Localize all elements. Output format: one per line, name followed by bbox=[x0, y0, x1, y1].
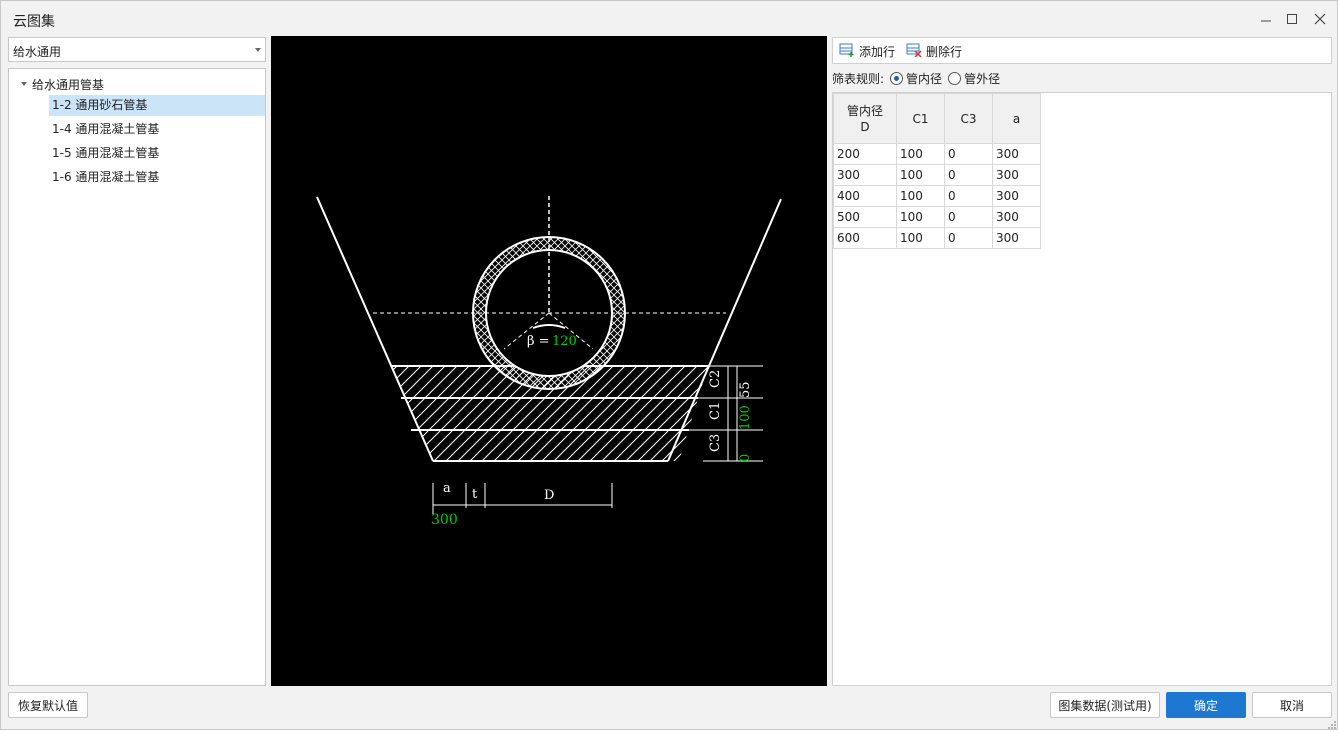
data-table: 管内径D C1 C3 a 200 100 0 300 300 100 0 300 bbox=[833, 93, 1041, 249]
angle-value: 120 bbox=[552, 334, 577, 349]
d-label: D bbox=[544, 488, 554, 503]
tree-item-1-5[interactable]: 1-5 通用混凝土管基 bbox=[49, 143, 265, 164]
table-header-row: 管内径D C1 C3 a bbox=[833, 93, 1041, 144]
category-select[interactable]: 给水通用 bbox=[8, 37, 266, 62]
filter-label: 筛表规则: bbox=[832, 71, 885, 86]
filter-rule: 筛表规则: 管内径 管外径 bbox=[832, 69, 1000, 87]
tree-item-label: 1-5 通用混凝土管基 bbox=[52, 146, 160, 160]
table-toolbar: 添加行 删除行 bbox=[832, 37, 1332, 64]
radio-circle[interactable] bbox=[948, 71, 962, 85]
resize-grip-icon[interactable] bbox=[1327, 719, 1337, 729]
table-cell[interactable]: 300 bbox=[833, 164, 897, 186]
table-cell[interactable]: 0 bbox=[944, 143, 993, 165]
angle-label: β = bbox=[527, 334, 550, 349]
table-cell[interactable]: 100 bbox=[896, 164, 945, 186]
table-cell[interactable]: 300 bbox=[992, 206, 1041, 228]
window-title: 云图集 bbox=[13, 14, 55, 30]
reset-defaults-button[interactable]: 恢复默认值 bbox=[8, 692, 88, 718]
radio-inner-diameter-label: 管内径 bbox=[906, 71, 943, 86]
category-select-value: 给水通用 bbox=[13, 45, 62, 59]
atlas-tree: 给水通用管基 1-2 通用砂石管基 1-4 通用混凝土管基 1-5 通用混凝土管… bbox=[8, 68, 266, 686]
delete-row-icon bbox=[906, 43, 922, 60]
add-row-button[interactable]: 添加行 bbox=[839, 42, 895, 60]
radio-inner-diameter[interactable]: 管内径 bbox=[890, 70, 942, 87]
pipe-foundation-drawing: β = 120 C2 C1 C3 55 100 0 a t D 300 bbox=[316, 196, 782, 528]
ok-button[interactable]: 确定 bbox=[1166, 692, 1246, 718]
drawing-canvas[interactable]: β = 120 C2 C1 C3 55 100 0 a t D 300 bbox=[271, 36, 827, 686]
c3-value: 0 bbox=[738, 454, 753, 462]
column-header-a[interactable]: a bbox=[992, 93, 1041, 144]
radio-outer-diameter-label: 管外径 bbox=[964, 71, 1001, 86]
table-cell[interactable]: 500 bbox=[833, 206, 897, 228]
close-icon[interactable] bbox=[1310, 9, 1330, 29]
c3-label: C3 bbox=[708, 434, 723, 452]
atlas-data-button[interactable]: 图集数据(测试用) bbox=[1050, 692, 1160, 718]
table-cell[interactable]: 0 bbox=[944, 185, 993, 207]
table-cell[interactable]: 100 bbox=[896, 185, 945, 207]
cancel-button[interactable]: 取消 bbox=[1252, 692, 1332, 718]
table-cell[interactable]: 400 bbox=[833, 185, 897, 207]
column-header-c1[interactable]: C1 bbox=[896, 93, 945, 144]
table-cell[interactable]: 200 bbox=[833, 143, 897, 165]
table-row: 400 100 0 300 bbox=[833, 185, 1041, 207]
a-value: 300 bbox=[431, 512, 458, 528]
tree-item-1-2[interactable]: 1-2 通用砂石管基 bbox=[49, 95, 265, 116]
c2-label: C2 bbox=[708, 370, 723, 388]
delete-row-button[interactable]: 删除行 bbox=[906, 42, 962, 60]
tree-item-label: 1-2 通用砂石管基 bbox=[52, 98, 148, 112]
c1-label: C1 bbox=[708, 402, 723, 420]
table-cell[interactable]: 0 bbox=[944, 227, 993, 249]
column-header-c3[interactable]: C3 bbox=[944, 93, 993, 144]
table-row: 600 100 0 300 bbox=[833, 227, 1041, 249]
title-bar: 云图集 bbox=[1, 1, 1337, 37]
table-cell[interactable]: 300 bbox=[992, 143, 1041, 165]
table-cell[interactable]: 300 bbox=[992, 227, 1041, 249]
c1-value: 100 bbox=[738, 405, 753, 430]
add-row-icon bbox=[839, 43, 855, 60]
delete-row-label: 删除行 bbox=[926, 44, 963, 59]
trench-right-slope bbox=[667, 198, 782, 462]
table-cell[interactable]: 100 bbox=[896, 143, 945, 165]
tree-item-1-4[interactable]: 1-4 通用混凝土管基 bbox=[49, 119, 265, 140]
table-cell[interactable]: 0 bbox=[944, 164, 993, 186]
radio-circle-checked[interactable] bbox=[890, 71, 904, 85]
t-label: t bbox=[472, 487, 478, 502]
maximize-icon[interactable] bbox=[1282, 9, 1302, 29]
a-label: a bbox=[443, 481, 451, 496]
table-cell[interactable]: 100 bbox=[896, 227, 945, 249]
table-cell[interactable]: 0 bbox=[944, 206, 993, 228]
add-row-label: 添加行 bbox=[859, 44, 896, 59]
table-cell[interactable]: 300 bbox=[992, 164, 1041, 186]
table-row: 500 100 0 300 bbox=[833, 206, 1041, 228]
tree-item-label: 1-4 通用混凝土管基 bbox=[52, 122, 160, 136]
tree-root-label: 给水通用管基 bbox=[32, 77, 105, 92]
c2-value: 55 bbox=[738, 381, 753, 398]
table-cell[interactable]: 100 bbox=[896, 206, 945, 228]
chevron-down-icon bbox=[255, 48, 261, 52]
radio-outer-diameter[interactable]: 管外径 bbox=[948, 70, 1000, 87]
data-grid: 管内径D C1 C3 a 200 100 0 300 300 100 0 300 bbox=[832, 92, 1332, 686]
trench-left-slope bbox=[316, 196, 434, 462]
expand-triangle-icon[interactable] bbox=[21, 82, 27, 86]
tree-item-label: 1-6 通用混凝土管基 bbox=[52, 170, 160, 184]
column-header-d[interactable]: 管内径D bbox=[833, 93, 897, 144]
table-row: 300 100 0 300 bbox=[833, 164, 1041, 186]
minimize-icon[interactable] bbox=[1256, 9, 1276, 29]
table-row: 200 100 0 300 bbox=[833, 143, 1041, 165]
tree-item-1-6[interactable]: 1-6 通用混凝土管基 bbox=[49, 167, 265, 188]
tree-root-node[interactable]: 给水通用管基 bbox=[21, 75, 104, 93]
table-cell[interactable]: 600 bbox=[833, 227, 897, 249]
table-cell[interactable]: 300 bbox=[992, 185, 1041, 207]
dialog-window: 云图集 给水通用 给水通用管基 1-2 通用砂石管基 1-4 通用混凝土管基 1… bbox=[0, 0, 1338, 730]
